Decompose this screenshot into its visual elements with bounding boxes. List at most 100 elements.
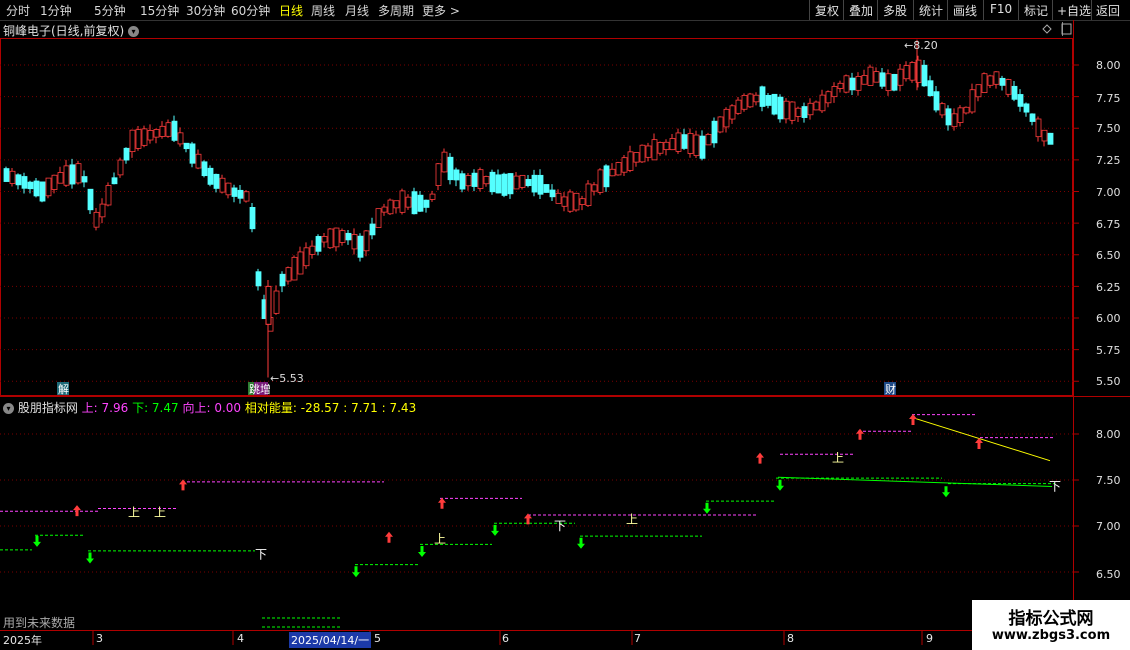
shang-label: 上 [626, 513, 638, 527]
up-arrow-icon [909, 414, 917, 426]
chevron-down-icon[interactable]: ▾ [128, 26, 140, 37]
candle-body [771, 93, 778, 115]
candle-body [405, 196, 412, 208]
candle-body [939, 103, 946, 116]
candle-body [1005, 79, 1012, 95]
price-tick: 6.25 [1096, 281, 1121, 294]
candle-body [291, 256, 298, 281]
candle-body [507, 173, 514, 195]
candle-body [189, 143, 196, 164]
main-pane-frame [0, 38, 1073, 396]
candle-body [561, 196, 568, 207]
candle-body [705, 134, 712, 146]
candle-body [807, 102, 814, 116]
indicator-value: 上: 7.96 [81, 401, 129, 415]
candle-body [249, 207, 256, 230]
candle-body [495, 174, 502, 194]
up-arrow-icon [73, 505, 81, 517]
candle-body [567, 191, 574, 212]
candle-body [141, 128, 148, 146]
candle-body [45, 177, 52, 197]
candle-body [651, 139, 658, 161]
candle-body [525, 179, 532, 187]
candle-body [819, 94, 826, 112]
candle-body [759, 86, 766, 107]
candle-body [303, 247, 310, 267]
xia-label: 下 [554, 519, 566, 533]
candle-body [897, 68, 904, 86]
candle-body [231, 187, 238, 197]
candle-body [879, 72, 886, 87]
candle-body [15, 174, 22, 186]
candle-body [333, 227, 340, 248]
candle-body [195, 153, 202, 169]
candle-body [603, 165, 610, 188]
down-arrow-icon [418, 546, 426, 557]
candle-body [339, 230, 346, 243]
candle-body [123, 147, 130, 161]
indicator-value: : 7.43 [377, 401, 417, 415]
candle-body [93, 211, 100, 228]
candle-body [711, 120, 718, 144]
candle-body [369, 223, 376, 236]
shang-label: 上 [832, 451, 844, 465]
candle-body [891, 73, 898, 91]
price-tick: 8.00 [1096, 59, 1121, 72]
candle-body [75, 163, 82, 184]
candle-body [849, 77, 856, 91]
date-tick: 3 [96, 632, 103, 645]
candle-body [435, 163, 442, 186]
candle-body [51, 174, 58, 190]
candle-body [1035, 118, 1042, 138]
indicator-value: 相对能量: -28.57 [241, 401, 340, 415]
price-tick: 7.00 [1096, 186, 1121, 199]
chevron-down-icon[interactable]: ▾ [3, 403, 14, 414]
date-tick: 2025年 [3, 634, 42, 647]
candle-body [183, 142, 190, 150]
up-arrow-icon [756, 452, 764, 464]
candle-body [723, 108, 730, 128]
marker-jie: 解 [58, 382, 69, 396]
up-arrow-icon [856, 428, 864, 440]
low-candle-body [265, 285, 272, 325]
candle-body [309, 245, 316, 255]
candle-body [321, 236, 328, 243]
candle-body [153, 129, 160, 138]
candle-body [483, 176, 490, 185]
date-tick: 8 [787, 632, 794, 645]
candle-body [765, 94, 772, 106]
candle-body [855, 76, 862, 91]
candle-body [777, 96, 784, 120]
price-tick: 5.75 [1096, 344, 1121, 357]
candle-body [381, 206, 388, 213]
future-data-note: 用到未来数据 [3, 616, 76, 630]
upper-trend-line [911, 416, 1051, 462]
candle-body [585, 183, 592, 207]
candle-body [921, 64, 928, 87]
high-price-label: ←8.20 [904, 39, 938, 52]
candle-body [129, 129, 136, 153]
candle-body [885, 73, 892, 92]
indicator-tick: 8.00 [1096, 428, 1121, 441]
candle-body [237, 189, 244, 199]
candle-body [471, 172, 478, 187]
candle-body [975, 84, 982, 98]
indicator-name: 股朋指标网 [17, 401, 78, 415]
marker-zeng: 跳增 [249, 382, 271, 396]
shang-label: 上 [434, 532, 446, 546]
kline-chart[interactable]: ←8.20←5.53解 跳增 财上 上上上上下下下 [0, 0, 1130, 650]
candle-body [945, 108, 952, 126]
down-arrow-icon [776, 479, 784, 491]
candle-body [969, 89, 976, 113]
candle-body [315, 236, 322, 252]
candle-body [597, 169, 604, 193]
indicator-value: 向上: 0.00 [178, 401, 242, 415]
candle-body [729, 105, 736, 120]
candle-body [699, 135, 706, 159]
indicator-title: ▾ 股朋指标网 上: 7.96 下: 7.47 向上: 0.00 相对能量: -… [3, 399, 416, 416]
lower-trend-line [777, 476, 1053, 487]
candle-body [33, 180, 40, 197]
xia-label: 下 [1049, 480, 1061, 494]
candle-body [531, 174, 538, 193]
candle-body [39, 181, 46, 202]
